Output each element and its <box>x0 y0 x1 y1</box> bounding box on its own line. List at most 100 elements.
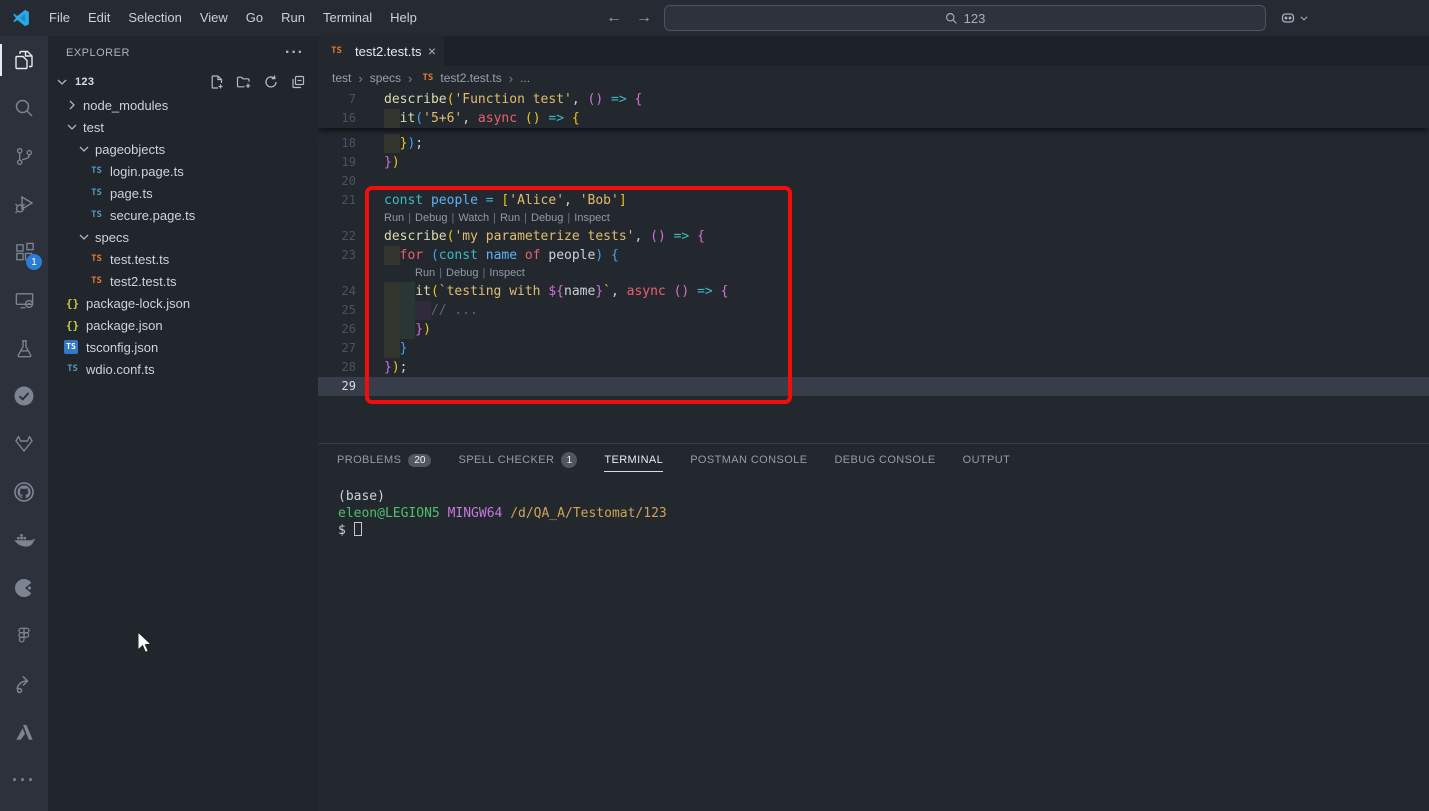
token <box>478 248 486 263</box>
json-file-icon: {} <box>64 297 81 310</box>
indent-guide <box>384 320 400 339</box>
token <box>666 284 674 299</box>
activity-check-extension-button[interactable] <box>0 372 48 420</box>
panel-tab-terminal[interactable]: TERMINAL <box>604 444 663 476</box>
search-value: 123 <box>964 11 986 26</box>
token <box>603 248 611 263</box>
activity-gitlab-button[interactable] <box>0 420 48 468</box>
activity-figma-button[interactable] <box>0 612 48 660</box>
token: async <box>478 111 517 126</box>
code-text: describe('Function test', () => { <box>384 90 642 109</box>
breadcrumb-item-specs[interactable]: specs <box>370 71 401 85</box>
activity-search-button[interactable] <box>0 84 48 132</box>
menu-edit[interactable]: Edit <box>79 10 119 25</box>
panel-tab-debug-console[interactable]: DEBUG CONSOLE <box>834 444 935 476</box>
editor-group: TS test2.test.ts × test›specs›TStest2.te… <box>318 36 1429 811</box>
nav-forward-button[interactable]: → <box>636 9 652 27</box>
panel-tab-label: OUTPUT <box>963 454 1011 466</box>
explorer-title: EXPLORER <box>66 47 130 59</box>
token: , <box>462 111 478 126</box>
activity-docker-button[interactable] <box>0 516 48 564</box>
nav-back-button[interactable]: ← <box>606 9 622 27</box>
codelens-separator: | <box>520 212 531 224</box>
activity-remote-explorer-button[interactable] <box>0 276 48 324</box>
docker-icon <box>12 528 36 552</box>
menu-go[interactable]: Go <box>237 10 272 25</box>
token: { <box>634 92 642 107</box>
token: describe <box>384 229 447 244</box>
activity-share-button[interactable] <box>0 660 48 708</box>
tree-item-pageobjects[interactable]: pageobjects <box>48 138 318 160</box>
activity-testing-button[interactable] <box>0 324 48 372</box>
menu-run[interactable]: Run <box>272 10 314 25</box>
activity-github-button[interactable] <box>0 468 48 516</box>
breadcrumb-item-test2.test.ts[interactable]: TStest2.test.ts <box>419 71 501 85</box>
line-number: 23 <box>318 246 356 265</box>
tree-item-package.json[interactable]: {}package.json <box>48 314 318 336</box>
panel-tab-problems[interactable]: PROBLEMS20 <box>337 444 431 476</box>
tree-item-secure.page.ts[interactable]: TSsecure.page.ts <box>48 204 318 226</box>
panel-tab-postman-console[interactable]: POSTMAN CONSOLE <box>690 444 807 476</box>
tab-test2-test-ts[interactable]: TS test2.test.ts × <box>318 36 444 66</box>
code-editor[interactable]: 7describe('Function test', () => {16it('… <box>318 90 1429 443</box>
codelens-run[interactable]: Run <box>500 212 520 224</box>
sticky-scroll: 7describe('Function test', () => {16it('… <box>318 90 1429 128</box>
menu-selection[interactable]: Selection <box>119 10 190 25</box>
token <box>666 229 674 244</box>
chevron-down-icon <box>76 229 92 245</box>
token: , <box>634 229 650 244</box>
tree-item-specs[interactable]: specs <box>48 226 318 248</box>
code-line-27: 27} <box>318 339 1429 358</box>
terminal-text: /d/QA_A/Testomat/123 <box>510 506 667 521</box>
activity-extensions-button[interactable]: 1 <box>0 228 48 276</box>
menu-help[interactable]: Help <box>381 10 426 25</box>
activity-code-circle-button[interactable] <box>0 564 48 612</box>
codelens-run[interactable]: Run <box>415 267 435 279</box>
code-text: for (const name of people) { <box>384 246 619 265</box>
codelens-debug[interactable]: Debug <box>446 267 478 279</box>
menu-terminal[interactable]: Terminal <box>314 10 381 25</box>
panel-tab-output[interactable]: OUTPUT <box>963 444 1011 476</box>
tree-item-page.ts[interactable]: TSpage.ts <box>48 182 318 204</box>
tree-item-node_modules[interactable]: node_modules <box>48 94 318 116</box>
breadcrumb-item-test[interactable]: test <box>332 71 351 85</box>
tree-item-package-lock.json[interactable]: {}package-lock.json <box>48 292 318 314</box>
token: = <box>486 193 494 208</box>
tree-item-tsconfig.json[interactable]: TStsconfig.json <box>48 336 318 358</box>
code-text: }) <box>384 320 431 339</box>
refresh-icon[interactable] <box>263 74 279 90</box>
codelens-inspect[interactable]: Inspect <box>574 212 609 224</box>
workspace-section-header[interactable]: 123 <box>48 70 318 94</box>
terminal-cursor[interactable] <box>354 522 362 536</box>
activity-source-control-button[interactable] <box>0 132 48 180</box>
breadcrumb-item-...[interactable]: ... <box>520 71 530 85</box>
command-search-input[interactable]: 123 <box>664 5 1266 31</box>
activity-explorer-button[interactable] <box>0 36 48 84</box>
codelens-debug[interactable]: Debug <box>531 212 563 224</box>
new-folder-icon[interactable] <box>236 74 252 90</box>
new-file-icon[interactable] <box>209 74 225 90</box>
collapse-all-icon[interactable] <box>290 74 306 90</box>
copilot-menu-button[interactable] <box>1280 0 1309 36</box>
codelens-run[interactable]: Run <box>384 212 404 224</box>
close-icon[interactable]: × <box>428 43 436 59</box>
tree-item-test2.test.ts[interactable]: TStest2.test.ts <box>48 270 318 292</box>
activity-run-debug-button[interactable] <box>0 180 48 228</box>
chevron-right-icon <box>64 97 80 113</box>
codelens-inspect[interactable]: Inspect <box>489 267 524 279</box>
tree-item-test.test.ts[interactable]: TStest.test.ts <box>48 248 318 270</box>
menu-view[interactable]: View <box>191 10 237 25</box>
tree-item-test[interactable]: test <box>48 116 318 138</box>
codelens-watch[interactable]: Watch <box>458 212 489 224</box>
tree-item-label: test <box>83 120 104 135</box>
terminal-output[interactable]: (base)eleon@LEGION5 MINGW64 /d/QA_A/Test… <box>318 476 1429 539</box>
panel-tab-spell-checker[interactable]: SPELL CHECKER1 <box>458 444 577 476</box>
tree-item-wdio.conf.ts[interactable]: TSwdio.conf.ts <box>48 358 318 380</box>
menu-file[interactable]: File <box>40 10 79 25</box>
activity-more-button[interactable]: ··· <box>0 756 48 804</box>
codelens-debug[interactable]: Debug <box>415 212 447 224</box>
tree-item-login.page.ts[interactable]: TSlogin.page.ts <box>48 160 318 182</box>
activity-azure-button[interactable] <box>0 708 48 756</box>
activity-bar: 1 ··· <box>0 36 48 811</box>
explorer-more-actions-button[interactable]: ··· <box>285 44 304 62</box>
